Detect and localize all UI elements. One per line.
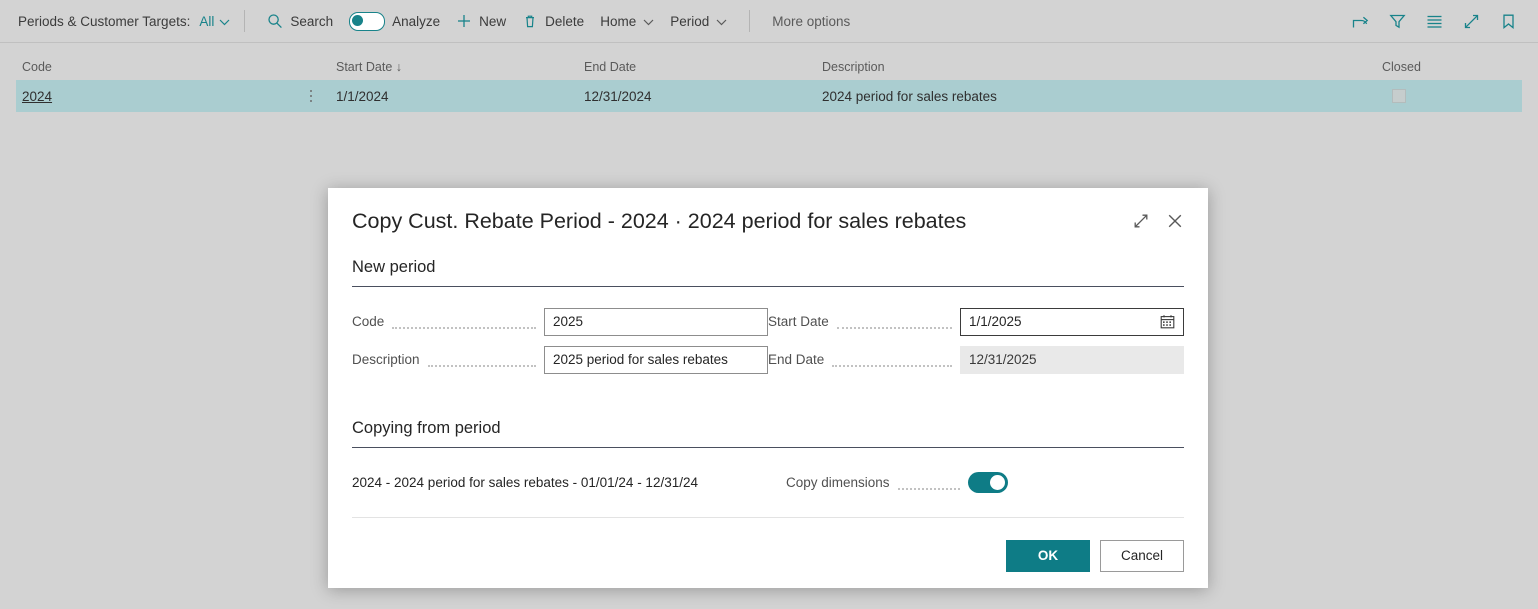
end-date-input-value: 12/31/2025 [969, 352, 1037, 368]
more-options-label: More options [772, 13, 851, 29]
source-period-text: 2024 - 2024 period for sales rebates - 0… [352, 474, 698, 490]
copy-dimensions-label: Copy dimensions [786, 474, 890, 490]
filter-icon[interactable] [1388, 12, 1407, 31]
leader-dots [832, 352, 952, 368]
more-vertical-icon[interactable] [309, 89, 313, 103]
delete-button-label: Delete [545, 13, 585, 29]
close-icon[interactable] [1166, 212, 1184, 230]
description-input[interactable]: 2025 period for sales rebates [544, 345, 768, 374]
cell-start-date[interactable]: 1/1/2024 [336, 89, 584, 104]
ok-button[interactable]: OK [1006, 539, 1090, 572]
column-header-start-date[interactable]: Start Date ↓ [336, 60, 584, 80]
new-period-fields: Code 2025 Description 2025 period for sa… [352, 303, 1184, 379]
plus-icon [456, 13, 472, 29]
delete-button[interactable]: Delete [514, 9, 592, 33]
cell-row-menu[interactable] [286, 89, 336, 103]
field-end-date-label: End Date [768, 352, 825, 368]
section-heading-new-period: New period [352, 258, 1184, 287]
end-date-input: 12/31/2025 [960, 345, 1184, 374]
leader-dots [897, 475, 960, 490]
cancel-button[interactable]: Cancel [1100, 539, 1184, 572]
chevron-down-icon [643, 14, 654, 29]
column-header-spacer [286, 74, 336, 80]
fields-left-column: Code 2025 Description 2025 period for sa… [352, 303, 768, 379]
dialog-header: Copy Cust. Rebate Period - 2024 · 2024 p… [352, 188, 1184, 235]
copying-from-row: 2024 - 2024 period for sales rebates - 0… [352, 471, 1184, 518]
share-icon[interactable] [1351, 12, 1370, 31]
toolbar-right-icons [1351, 12, 1524, 31]
leader-dots [427, 352, 536, 368]
copy-dimensions-field: Copy dimensions [786, 471, 1008, 493]
analyze-toggle[interactable]: Analyze [341, 8, 448, 35]
trash-icon [522, 13, 538, 29]
dialog-footer: OK Cancel [352, 539, 1184, 572]
cell-code[interactable]: 2024 [16, 89, 286, 104]
expand-icon[interactable] [1132, 212, 1150, 230]
field-start-date: Start Date 1/1/2025 [768, 303, 1184, 341]
column-header-code[interactable]: Code [16, 60, 286, 80]
home-menu[interactable]: Home [592, 10, 662, 33]
command-bar: Periods & Customer Targets: All Search A… [0, 0, 1538, 43]
cell-description[interactable]: 2024 period for sales rebates [822, 89, 1392, 104]
copy-rebate-period-dialog: Copy Cust. Rebate Period - 2024 · 2024 p… [328, 188, 1208, 588]
start-date-input[interactable]: 1/1/2025 [960, 307, 1184, 336]
field-code-label: Code [352, 314, 385, 330]
calendar-icon[interactable] [1160, 314, 1175, 329]
period-menu[interactable]: Period [662, 10, 735, 33]
copy-dimensions-toggle[interactable] [967, 471, 1008, 493]
page-caption: Periods & Customer Targets: [18, 13, 191, 29]
start-date-input-value: 1/1/2025 [969, 314, 1022, 330]
code-input-value: 2025 [553, 314, 584, 330]
leader-dots [392, 314, 536, 330]
row-code-link[interactable]: 2024 [22, 89, 52, 104]
cell-end-date[interactable]: 12/31/2024 [584, 89, 822, 104]
analyze-label: Analyze [392, 13, 441, 29]
section-heading-copying-from-period: Copying from period [352, 419, 1184, 448]
field-description: Description 2025 period for sales rebate… [352, 341, 768, 379]
search-button[interactable]: Search [259, 9, 341, 33]
toolbar-divider [244, 10, 246, 32]
copy-dimensions-toggle-knob [989, 474, 1005, 490]
field-end-date: End Date 12/31/2025 [768, 341, 1184, 379]
description-input-value: 2025 period for sales rebates [553, 352, 728, 368]
view-selector[interactable]: All [199, 14, 230, 29]
field-start-date-label: Start Date [768, 314, 829, 330]
chevron-down-icon [716, 14, 727, 29]
field-code: Code 2025 [352, 303, 768, 341]
expand-icon[interactable] [1462, 12, 1481, 31]
list-icon[interactable] [1425, 12, 1444, 31]
toolbar-divider [749, 10, 751, 32]
table-row[interactable]: 2024 1/1/2024 12/31/2024 2024 period for… [16, 80, 1522, 112]
dialog-title: Copy Cust. Rebate Period - 2024 · 2024 p… [352, 209, 967, 233]
periods-grid: Code Start Date ↓ End Date Description C… [0, 44, 1538, 112]
grid-header-row: Code Start Date ↓ End Date Description C… [0, 44, 1538, 80]
search-icon [267, 13, 283, 29]
period-menu-label: Period [670, 13, 710, 29]
analyze-switch[interactable] [349, 11, 386, 31]
new-button[interactable]: New [448, 9, 514, 33]
cell-closed[interactable] [1392, 89, 1512, 103]
closed-checkbox[interactable] [1392, 89, 1406, 103]
field-description-label: Description [352, 352, 420, 368]
bookmark-icon[interactable] [1499, 12, 1518, 31]
new-button-label: New [479, 13, 507, 29]
more-options-button[interactable]: More options [764, 10, 858, 33]
view-selector-label: All [199, 13, 215, 29]
analyze-switch-knob [352, 14, 364, 26]
search-button-label: Search [290, 13, 334, 29]
home-menu-label: Home [600, 13, 637, 29]
column-header-closed[interactable]: Closed [1382, 60, 1502, 80]
dialog-header-actions [1132, 208, 1184, 230]
code-input[interactable]: 2025 [544, 307, 768, 336]
column-header-end-date[interactable]: End Date [584, 60, 822, 80]
leader-dots [836, 314, 952, 330]
chevron-down-icon [219, 14, 230, 29]
fields-right-column: Start Date 1/1/2025 End Date 12/31/2025 [768, 303, 1184, 379]
column-header-description[interactable]: Description [822, 60, 1382, 80]
